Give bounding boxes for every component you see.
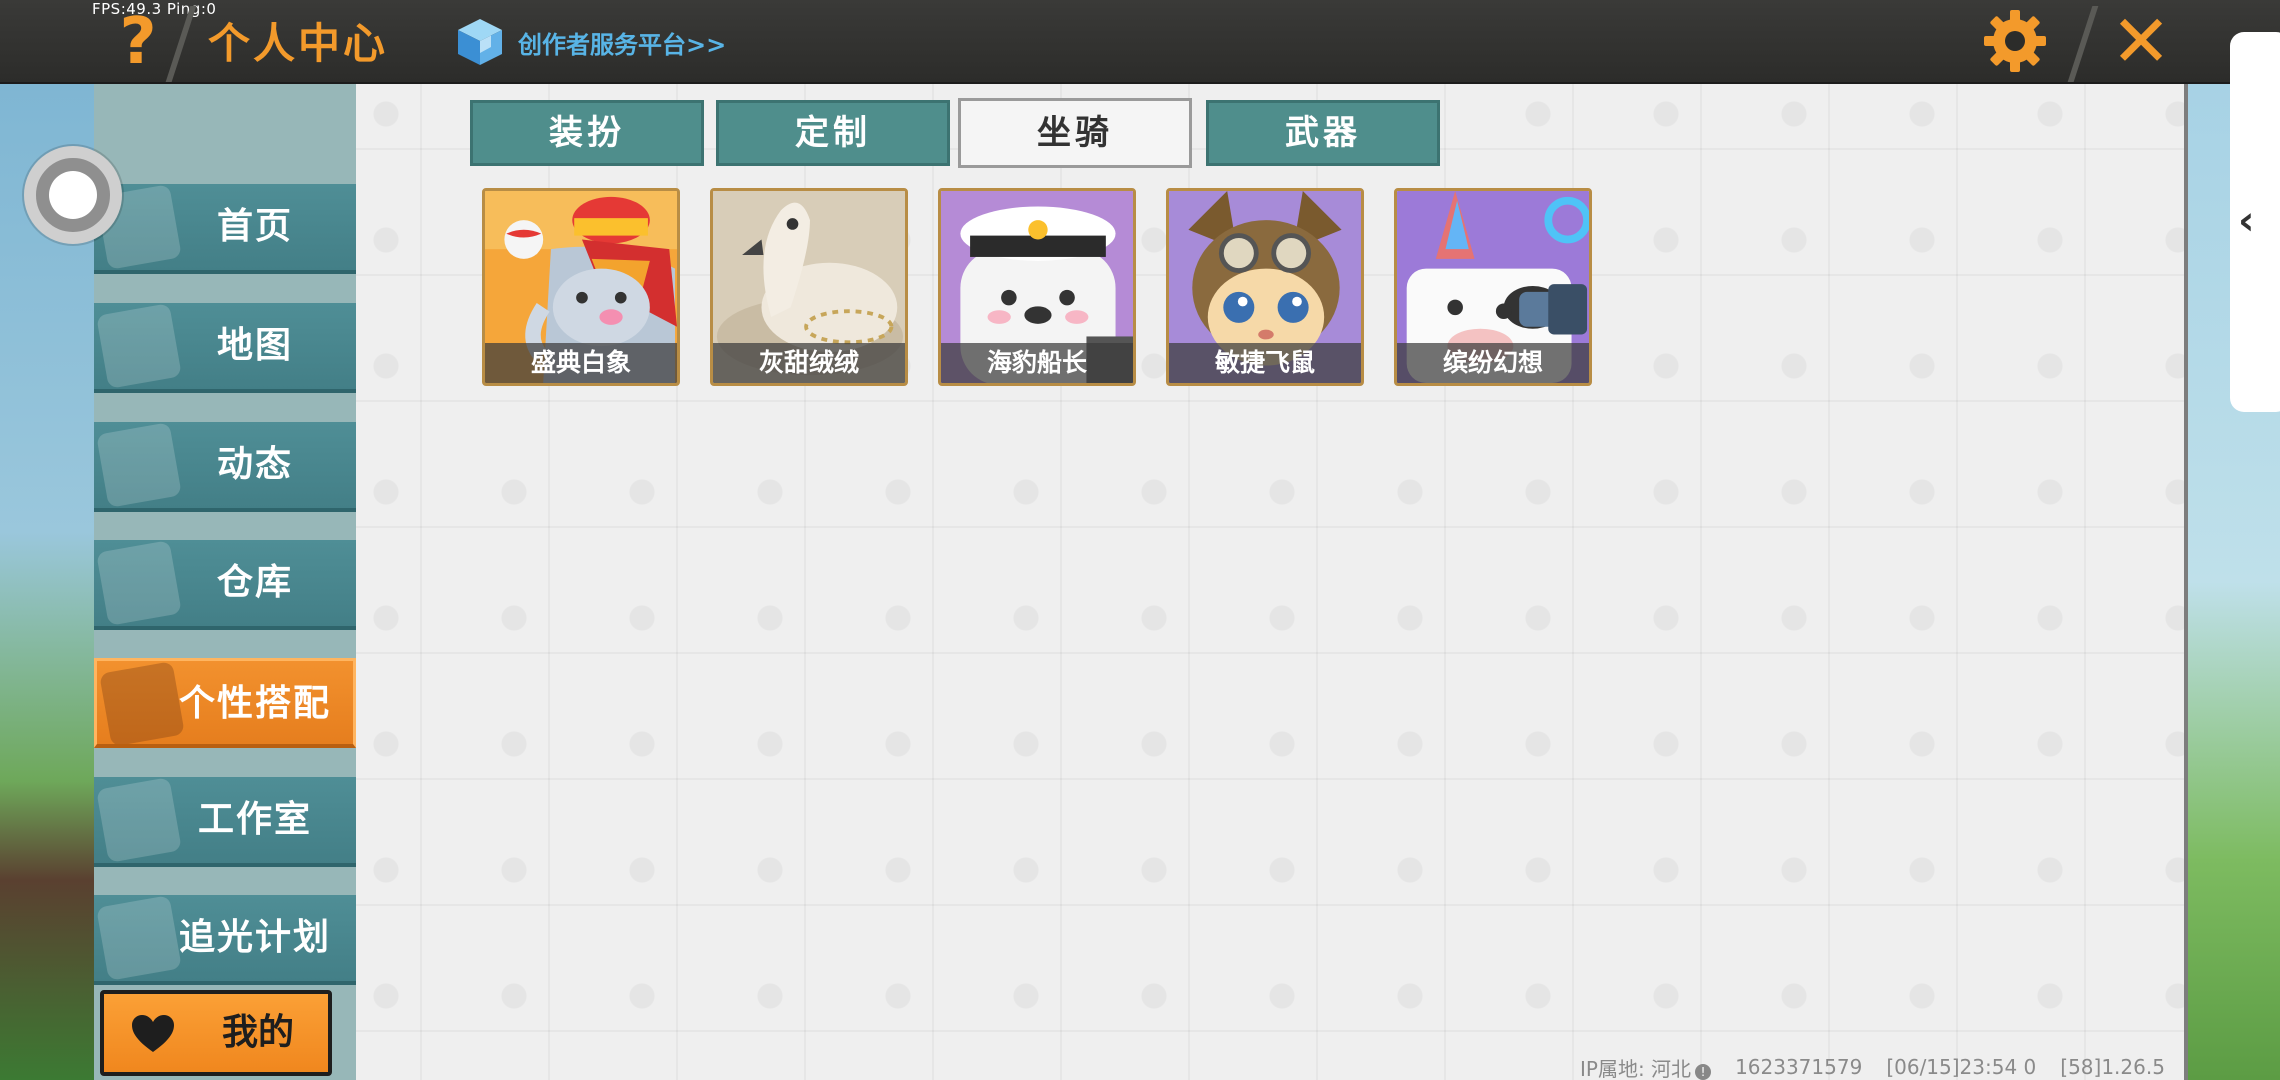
sidebar-item-outfit[interactable]: 个性搭配: [94, 658, 356, 748]
mount-card-flying-squirrel[interactable]: 敏捷飞鼠: [1166, 188, 1364, 386]
divider: [2067, 6, 2099, 82]
mount-card-swan[interactable]: 灰甜绒绒: [710, 188, 908, 386]
mount-name: 缤纷幻想: [1397, 343, 1589, 383]
mount-name: 海豹船长: [941, 343, 1133, 383]
mount-card-unicorn-cow[interactable]: 缤纷幻想: [1394, 188, 1592, 386]
sidebar-item-map[interactable]: 地图: [94, 303, 356, 393]
sidebar-item-label: 仓库: [216, 562, 293, 603]
tab-mounts[interactable]: 坐骑: [958, 98, 1192, 168]
sidebar-item-studio[interactable]: 工作室: [94, 777, 356, 867]
timestamp: [06/15]23:54 0: [1886, 1055, 2037, 1079]
sidebar-item-label: 地图: [216, 325, 293, 366]
sidebar-item-light-plan[interactable]: 追光计划: [94, 895, 356, 985]
creator-platform-label: 创作者服务平台>>: [518, 30, 727, 59]
sidebar-item-label: 个性搭配: [178, 683, 331, 724]
sidebar-item-label: 动态: [216, 444, 293, 485]
chevron-left-icon: ‹: [2238, 198, 2255, 244]
heart-icon: [132, 1015, 174, 1052]
mount-name: 盛典白象: [485, 343, 677, 383]
tab-dress-up[interactable]: 装扮: [470, 100, 704, 166]
tab-weapons[interactable]: 武器: [1206, 100, 1440, 166]
top-bar: FPS:49.3 Ping:0 ? 个人中心 创作者服务平台>> ✕: [0, 0, 2280, 84]
sidebar-item-label: 首页: [216, 206, 293, 247]
settings-gear-icon[interactable]: [1982, 8, 2048, 74]
mount-card-seal-captain[interactable]: 海豹船长: [938, 188, 1136, 386]
version: [58]1.26.5: [2060, 1055, 2165, 1079]
mount-name: 灰甜绒绒: [713, 343, 905, 383]
ip-location: IP属地: 河北!: [1580, 1053, 1712, 1080]
close-button[interactable]: ✕: [2108, 5, 2174, 77]
info-icon[interactable]: !: [1695, 1063, 1712, 1080]
mount-card-elephant[interactable]: 盛典白象: [482, 188, 680, 386]
user-id: 1623371579: [1735, 1055, 1863, 1079]
floating-assistant-button[interactable]: [24, 146, 122, 244]
sidebar-item-label: 工作室: [197, 799, 312, 840]
sidebar: 首页 地图 动态 仓库 个性搭配 工作室 追光计划 我的: [94, 84, 356, 1080]
side-drawer-handle[interactable]: ‹: [2230, 32, 2280, 412]
page-title: 个人中心: [208, 19, 389, 68]
mount-name: 敏捷飞鼠: [1169, 343, 1361, 383]
help-button[interactable]: ?: [110, 8, 166, 76]
creator-platform-link[interactable]: 创作者服务平台>>: [456, 14, 726, 70]
panel-edge: [2184, 84, 2188, 1080]
sidebar-item-warehouse[interactable]: 仓库: [94, 540, 356, 630]
mine-label: 我的: [221, 1012, 294, 1053]
mine-button[interactable]: 我的: [100, 990, 332, 1076]
sidebar-item-label: 追光计划: [178, 917, 331, 958]
status-footer: IP属地: 河北! 1623371579 [06/15]23:54 0 [58]…: [1580, 1054, 2180, 1080]
sidebar-item-activity[interactable]: 动态: [94, 422, 356, 512]
cube-icon: [456, 17, 504, 67]
sidebar-item-home[interactable]: 首页: [94, 184, 356, 274]
tab-customize[interactable]: 定制: [716, 100, 950, 166]
